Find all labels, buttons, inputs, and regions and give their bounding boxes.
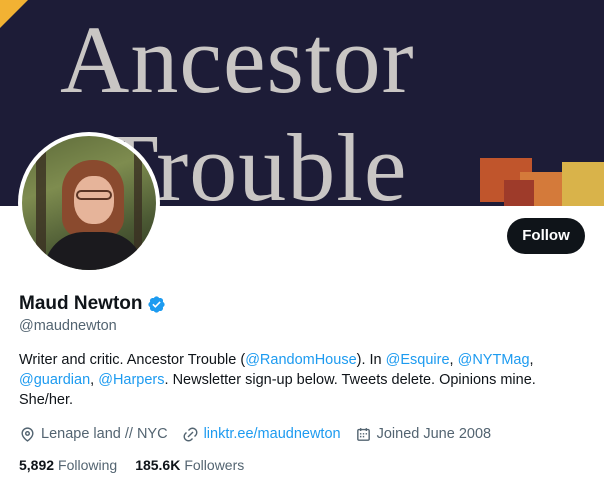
following-label: Following (58, 457, 118, 473)
link-icon (183, 427, 198, 441)
banner-corner-accent (0, 0, 28, 28)
banner-collage-image (480, 158, 604, 206)
verified-badge-icon[interactable] (147, 295, 166, 314)
name-row: Maud Newton (19, 292, 166, 316)
website-item[interactable]: linktr.ee/maudnewton (182, 426, 341, 443)
profile-page: Ancestor Trouble Follow Maud Newton @mau… (0, 0, 604, 499)
followers-link[interactable]: 185.6K Followers (135, 457, 244, 473)
mention-link[interactable]: @guardian (19, 372, 90, 388)
follow-counts: 5,892 Following 185.6K Followers (19, 456, 262, 474)
followers-count: 185.6K (135, 457, 181, 473)
banner-title-line-1: Ancestor (60, 6, 415, 113)
display-name: Maud Newton (19, 293, 143, 314)
avatar-photo (22, 136, 156, 270)
following-link[interactable]: 5,892 Following (19, 457, 117, 473)
avatar[interactable] (18, 132, 160, 274)
mention-link[interactable]: @Harpers (98, 372, 164, 388)
calendar-icon (356, 427, 370, 441)
follow-button[interactable]: Follow (507, 218, 585, 254)
location-pin-icon (21, 426, 34, 442)
location-item: Lenape land // NYC (19, 426, 168, 443)
mention-link[interactable]: @RandomHouse (245, 352, 356, 368)
mention-link[interactable]: @Esquire (386, 352, 450, 368)
joined-item: Joined June 2008 (355, 426, 492, 443)
location-text: Lenape land // NYC (41, 426, 168, 442)
mention-link[interactable]: @NYTMag (458, 352, 530, 368)
handle: @maudnewton (19, 318, 117, 334)
following-count: 5,892 (19, 457, 55, 473)
website-link[interactable]: linktr.ee/maudnewton (204, 426, 341, 442)
followers-label: Followers (184, 457, 245, 473)
joined-text: Joined June 2008 (376, 426, 492, 442)
profile-meta: Lenape land // NYC linktr.ee/maudnewton … (19, 424, 505, 444)
profile-bio: Writer and critic. Ancestor Trouble (@Ra… (19, 352, 536, 408)
